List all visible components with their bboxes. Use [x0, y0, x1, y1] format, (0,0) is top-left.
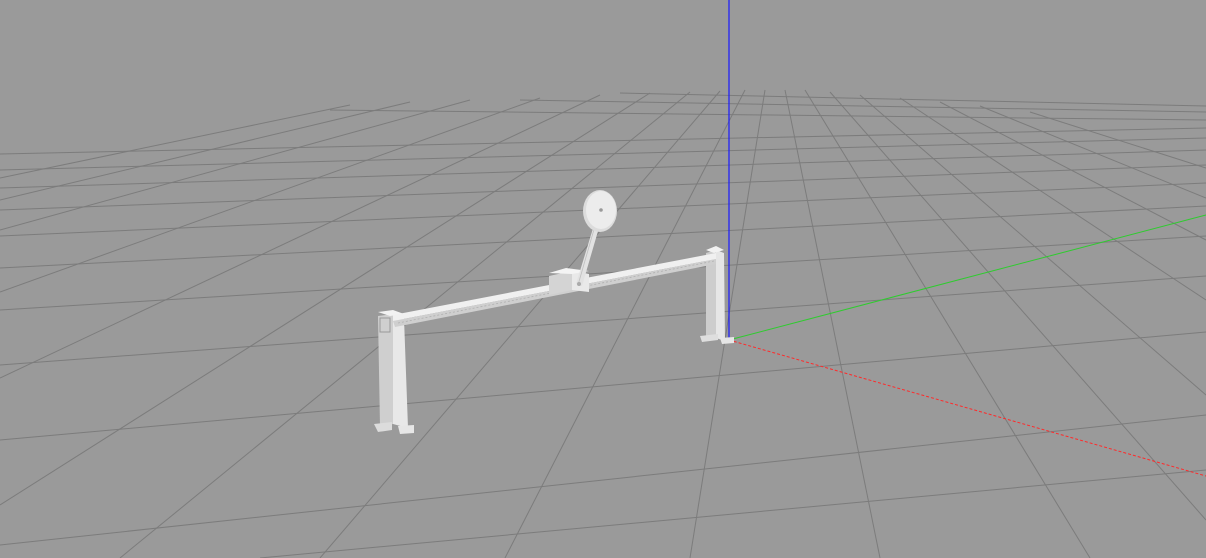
ground-grid — [0, 89, 1206, 558]
x-axis-line — [728, 339, 1206, 477]
scene-canvas[interactable] — [0, 0, 1206, 558]
y-axis-line — [728, 214, 1206, 341]
left-support-post[interactable] — [374, 310, 414, 434]
pendulum-disc[interactable] — [583, 190, 617, 232]
3d-viewport[interactable] — [0, 0, 1206, 558]
world-axes — [728, 0, 1206, 477]
cart-pole-model[interactable] — [374, 190, 734, 434]
